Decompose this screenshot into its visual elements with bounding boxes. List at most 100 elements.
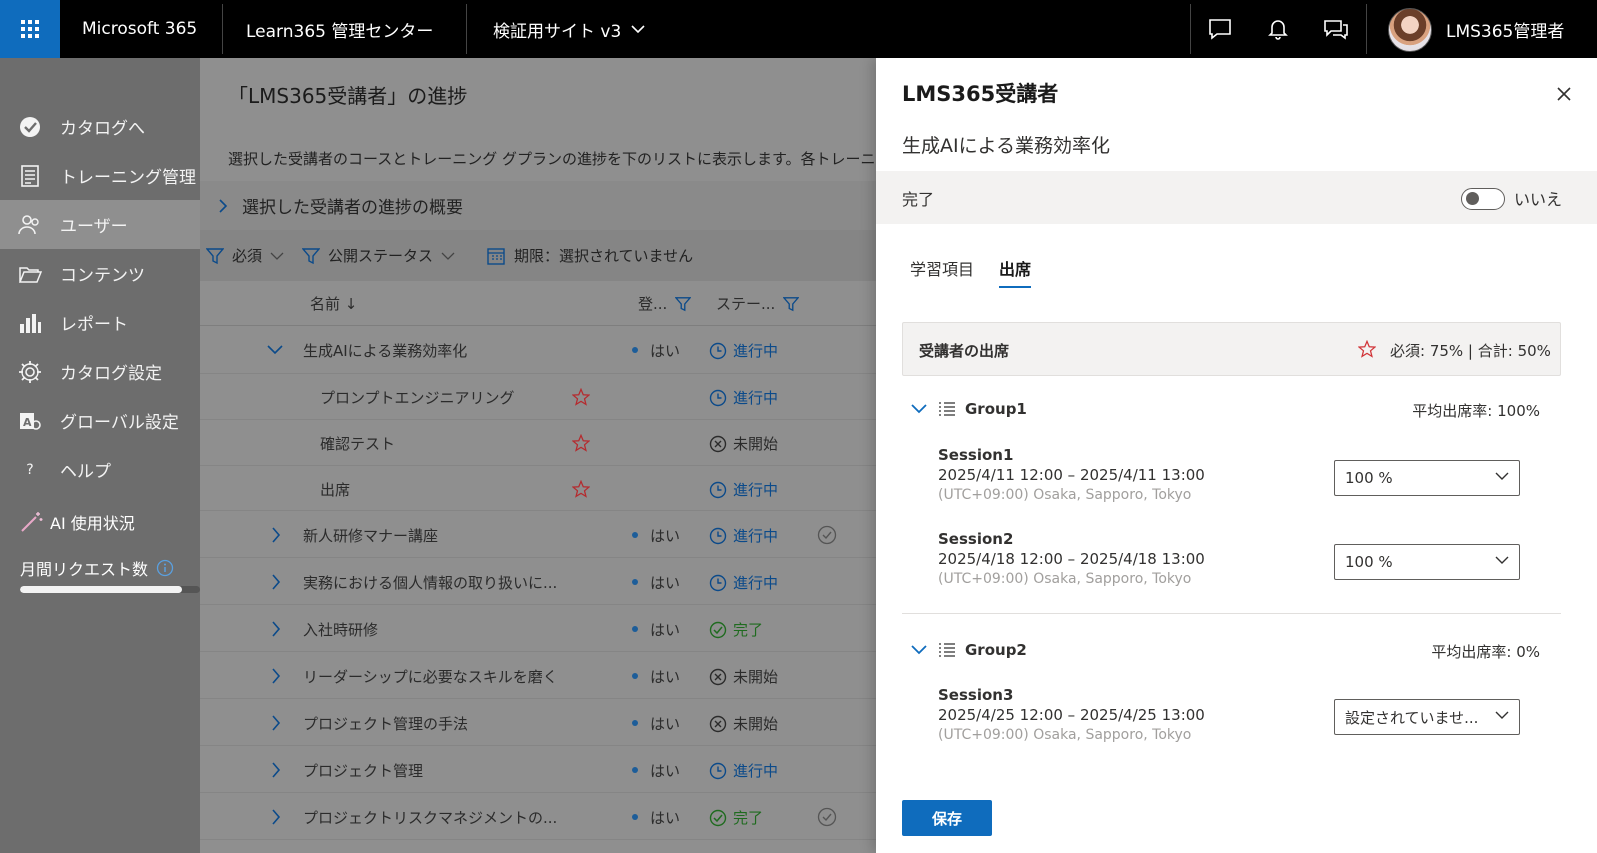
detail-panel: LMS365受講者 生成AIによる業務効率化 完了 いいえ 学習項目 出席 受講… [876,58,1597,853]
site-selector[interactable]: 検証用サイト v3 [493,0,645,58]
users-icon [0,214,60,236]
chevron-right-icon[interactable] [271,573,281,591]
tab-learning-items[interactable]: 学習項目 [910,256,974,280]
feedback-icon[interactable] [1308,0,1364,58]
chevron-down-icon [1495,472,1509,480]
chevron-down-icon [631,25,645,34]
complete-row: 完了 いいえ [876,171,1597,224]
session-name: Session1 [938,446,1014,464]
complete-toggle[interactable] [1461,188,1505,210]
status-badge: 未開始 [709,713,778,734]
table-row[interactable]: プロジェクト管理の手法 はい 未開始 [200,699,876,746]
list-icon [939,402,955,416]
bell-icon[interactable] [1250,0,1306,58]
chevron-right-icon[interactable] [271,761,281,779]
column-header-enrolled[interactable]: 登... [638,293,692,314]
sidebar-item-help[interactable]: ? ヘルプ [0,445,200,494]
catalog-icon [0,115,60,139]
attendance-header: 受講者の出席 必須: 75% | 合計: 50% [902,322,1561,376]
panel-course-title: 生成AIによる業務効率化 [902,135,1111,157]
table-row[interactable]: 確認テスト 未開始 [200,420,876,466]
chat-icon[interactable] [1192,0,1248,58]
table-row[interactable]: 出席 進行中 [200,466,876,511]
course-name: 新人研修マナー講座 [303,527,439,545]
column-header-name[interactable]: 名前 ↓ [310,293,357,314]
course-name: 実務における個人情報の取り扱いに... [303,574,558,592]
bullet [632,814,638,820]
help-icon: ? [26,461,34,478]
chevron-right-icon[interactable] [271,526,281,544]
app-title[interactable]: Learn365 管理センター [246,0,433,58]
sidebar-item-training[interactable]: トレーニング管理 [0,151,200,200]
save-button[interactable]: 保存 [902,800,992,836]
table-row[interactable]: 入社時研修 はい 完了 [200,605,876,652]
table-row[interactable]: プロンプトエンジニアリング 進行中 [200,374,876,420]
avatar[interactable] [1388,8,1432,52]
chevron-down-icon[interactable] [910,403,928,415]
status-label: 完了 [733,809,764,827]
not-started-icon [709,668,727,685]
check-circle-icon[interactable] [817,525,837,545]
check-circle-icon [709,809,727,826]
sidebar-item-catalog[interactable]: カタログへ [0,102,200,151]
user-name[interactable]: LMS365管理者 [1446,0,1564,58]
summary-toggle[interactable]: 選択した受講者の進捗の概要 [200,181,876,230]
attendance-dropdown[interactable]: 100 % [1334,460,1520,496]
check-circle-icon[interactable] [817,807,837,827]
status-badge: 完了 [709,807,763,828]
summary-toggle-label: 選択した受講者の進捗の概要 [242,198,463,218]
chevron-right-icon[interactable] [271,667,281,685]
table-row[interactable]: 生成AIによる業務効率化 はい 進行中 [200,326,876,374]
chevron-right-icon[interactable] [271,620,281,638]
table-row[interactable]: リーダーシップに必要なスキルを磨く はい 未開始 [200,652,876,699]
star-icon [572,434,590,452]
attendance-dropdown-value: 設定されていませ... [1345,708,1479,727]
column-header-enrolled-label: 登... [638,295,668,313]
tab-attendance[interactable]: 出席 [999,256,1031,280]
course-name: 生成AIによる業務効率化 [303,342,468,360]
panel-user-title: LMS365受講者 [902,82,1059,106]
status-badge: 進行中 [709,340,778,361]
gear-icon [0,360,60,384]
bullet [632,673,638,679]
close-icon[interactable] [1552,82,1576,106]
table-row[interactable]: プロジェクトリスクマネジメントの... はい 完了 [200,793,876,840]
status-badge: 未開始 [709,433,778,454]
column-header-status[interactable]: ステー... [716,293,800,314]
calendar-icon [487,247,505,265]
brand-link[interactable]: Microsoft 365 [82,0,197,58]
bullet [632,347,638,353]
table-row[interactable]: 実務における個人情報の取り扱いに... はい 進行中 [200,558,876,605]
chevron-down-icon[interactable] [910,644,928,656]
sidebar-item-reports[interactable]: レポート [0,298,200,347]
main-content: 「LMS365受講者」の進捗 選択した受講者のコースとトレーニング グプランの進… [200,58,876,853]
clock-icon [709,342,727,359]
table-row[interactable]: プロジェクト管理 はい 進行中 [200,746,876,793]
not-started-icon [709,435,727,452]
session-timezone: (UTC+09:00) Osaka, Sapporo, Tokyo [938,727,1192,743]
ai-usage-label: AI 使用状況 [50,514,135,533]
table-row[interactable]: 新人研修マナー講座 はい 進行中 [200,511,876,558]
chevron-right-icon[interactable] [271,808,281,826]
check-circle-icon [709,621,727,638]
chevron-right-icon[interactable] [271,714,281,732]
sidebar-item-catalog-settings[interactable]: カタログ設定 [0,347,200,396]
filter-publish-status[interactable]: 公開ステータス [302,230,455,281]
attendance-dropdown[interactable]: 設定されていませ... [1334,699,1520,735]
status-badge: 進行中 [709,525,778,546]
filter-deadline[interactable]: 期限：選択されていません [486,230,693,281]
chevron-down-icon [1495,711,1509,719]
attendance-dropdown[interactable]: 100 % [1334,544,1520,580]
sidebar-item-users[interactable]: ユーザー [0,200,200,249]
sidebar-item-content[interactable]: コンテンツ [0,249,200,298]
course-name: プロンプトエンジニアリング [320,389,515,407]
info-icon[interactable] [156,559,174,577]
sidebar-item-global-settings[interactable]: A グローバル設定 [0,396,200,445]
ai-usage: AI 使用状況 [20,510,135,534]
filter-required[interactable]: 必須 [206,230,284,281]
waffle-icon[interactable] [0,0,60,58]
chevron-down-icon[interactable] [266,344,284,356]
top-bar: Microsoft 365 Learn365 管理センター 検証用サイト v3 … [0,0,1597,58]
chevron-right-icon [219,198,228,213]
page-title: 「LMS365受講者」の進捗 [228,84,468,108]
